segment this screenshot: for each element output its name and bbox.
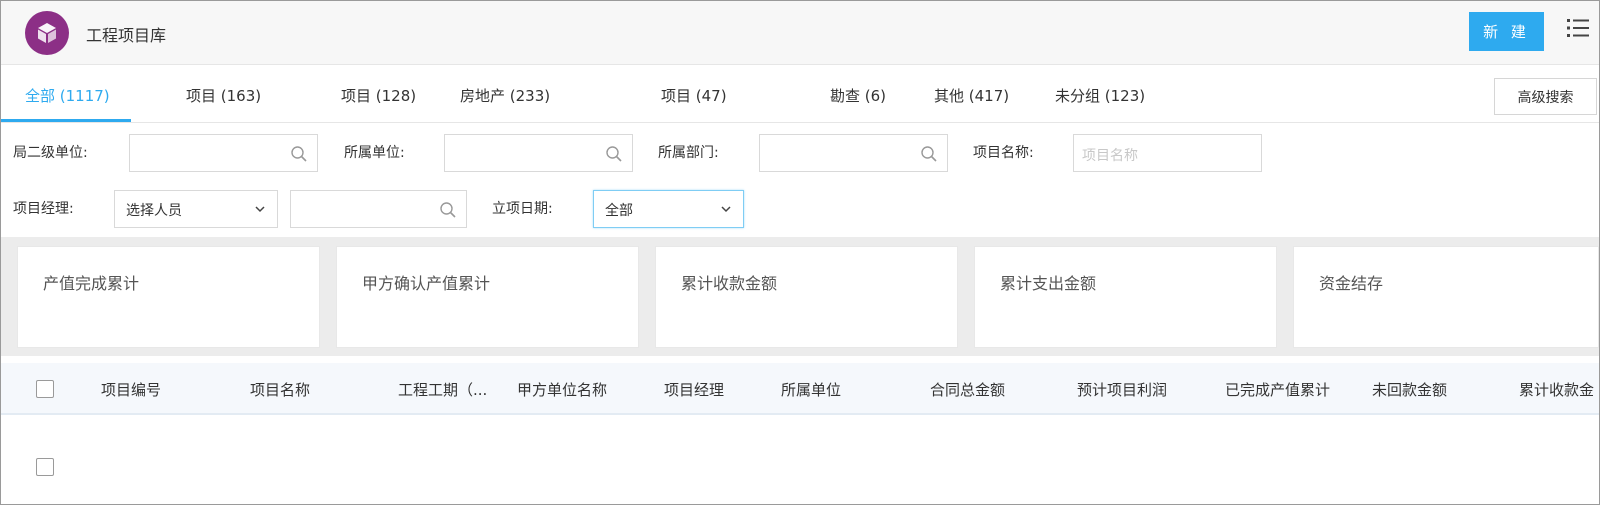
date-select-value: 全部 (605, 203, 633, 219)
card-title: 累计收款金额 (681, 274, 778, 293)
column-header[interactable]: 合同总金额 (930, 379, 1005, 400)
summary-card: 产值完成累计 (17, 246, 320, 348)
bureau-unit-input[interactable] (129, 134, 318, 172)
search-icon[interactable] (920, 145, 938, 163)
row-checkbox[interactable] (36, 458, 54, 476)
column-header[interactable]: 已完成产值累计 (1225, 379, 1330, 400)
list-menu-icon[interactable] (1567, 18, 1589, 38)
manager-select[interactable]: 选择人员 (114, 190, 278, 228)
project-name-label: 项目名称: (973, 145, 1034, 161)
card-title: 产值完成累计 (43, 274, 140, 293)
search-icon[interactable] (290, 145, 308, 163)
cube-icon (38, 23, 56, 43)
manager-label: 项目经理: (13, 201, 74, 217)
column-header[interactable]: 项目名称 (250, 379, 310, 400)
select-all-checkbox[interactable] (36, 380, 54, 398)
project-name-input[interactable]: 项目名称 (1073, 134, 1262, 172)
tab-project-3[interactable]: 项目 (47) (661, 85, 727, 106)
date-label: 立项日期: (492, 201, 553, 217)
card-title: 资金结存 (1319, 274, 1384, 293)
column-header[interactable]: 甲方单位名称 (517, 379, 607, 400)
active-tab-indicator (1, 119, 131, 122)
column-header[interactable]: 累计收款金 (1519, 379, 1594, 400)
tab-real-estate[interactable]: 房地产 (233) (460, 85, 550, 106)
top-header: 工程项目库 新 建 (1, 1, 1599, 65)
belong-unit-label: 所属单位: (344, 145, 405, 161)
search-icon[interactable] (605, 145, 623, 163)
chevron-down-icon (721, 206, 731, 213)
tab-survey[interactable]: 勘查 (6) (830, 85, 886, 106)
card-title: 累计支出金额 (1000, 274, 1097, 293)
tab-ungrouped[interactable]: 未分组 (123) (1055, 85, 1145, 106)
column-header[interactable]: 预计项目利润 (1077, 379, 1167, 400)
project-name-placeholder: 项目名称 (1082, 148, 1138, 164)
column-header[interactable]: 所属单位 (781, 379, 841, 400)
chevron-down-icon (255, 206, 265, 213)
tab-all[interactable]: 全部 (1117) (25, 85, 110, 106)
table-header: 项目编号 项目名称 工程工期（... 甲方单位名称 项目经理 所属单位 合同总金… (1, 363, 1599, 415)
belong-dept-label: 所属部门: (658, 145, 719, 161)
date-select[interactable]: 全部 (593, 190, 744, 228)
app-window: 工程项目库 新 建 全部 (1117) 项目 (163) 项目 (128) 房地… (0, 0, 1600, 505)
column-header[interactable]: 项目经理 (664, 379, 724, 400)
bureau-unit-label: 局二级单位: (13, 145, 88, 161)
search-icon[interactable] (439, 201, 457, 219)
page-title: 工程项目库 (86, 26, 167, 45)
manager-search-input[interactable] (290, 190, 467, 228)
manager-select-value: 选择人员 (126, 203, 182, 219)
column-header[interactable]: 项目编号 (101, 379, 161, 400)
card-title: 甲方确认产值累计 (362, 274, 491, 293)
tab-other[interactable]: 其他 (417) (934, 85, 1009, 106)
advanced-search-button[interactable]: 高级搜索 (1494, 78, 1597, 115)
summary-card: 资金结存 (1293, 246, 1599, 348)
app-logo (25, 11, 69, 55)
summary-card: 累计支出金额 (974, 246, 1277, 348)
column-header[interactable]: 未回款金额 (1372, 379, 1447, 400)
belong-dept-input[interactable] (759, 134, 948, 172)
belong-unit-input[interactable] (444, 134, 633, 172)
tab-project-2[interactable]: 项目 (128) (341, 85, 416, 106)
summary-card: 甲方确认产值累计 (336, 246, 639, 348)
summary-card: 累计收款金额 (655, 246, 958, 348)
tab-project-1[interactable]: 项目 (163) (186, 85, 261, 106)
new-button[interactable]: 新 建 (1469, 12, 1544, 51)
column-header[interactable]: 工程工期（... (398, 379, 487, 400)
